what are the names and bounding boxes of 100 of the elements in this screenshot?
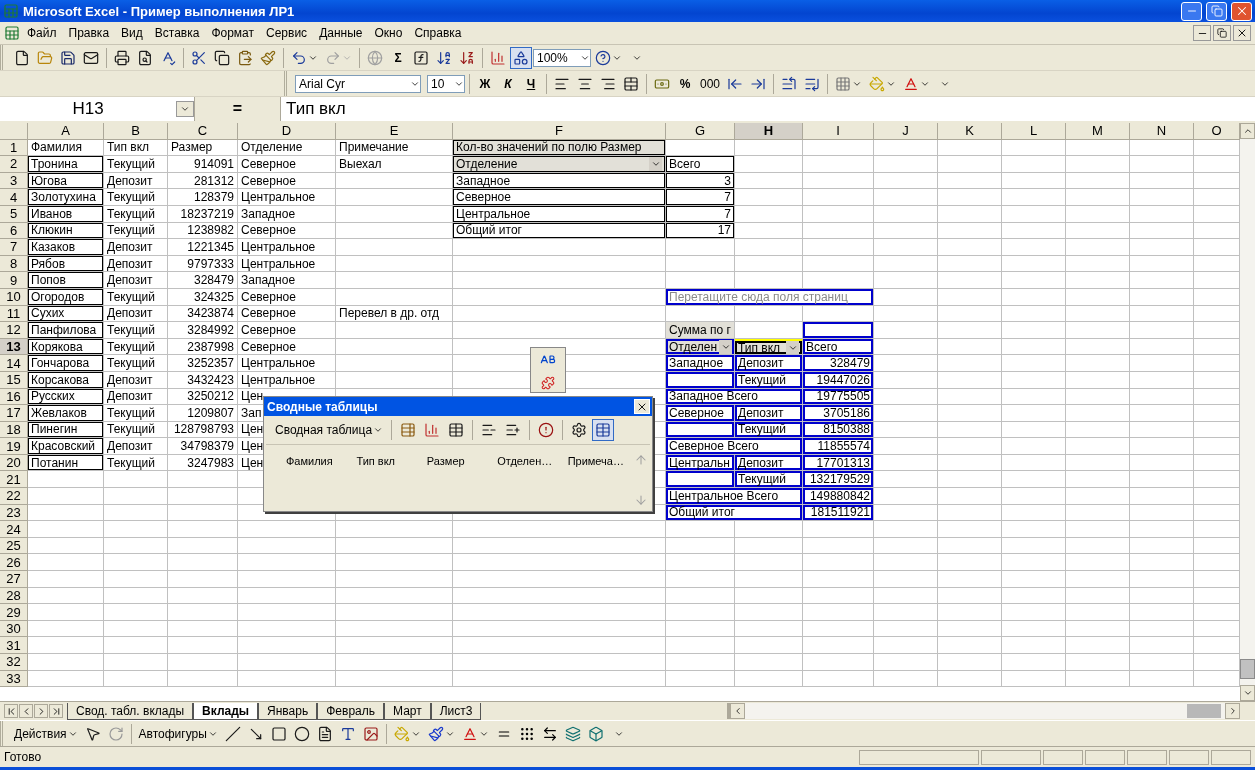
underline-button[interactable]: Ч [520,72,542,95]
sheet-tab[interactable]: Январь [258,702,318,720]
table-cell: Депозит [735,405,803,422]
row-header[interactable]: 7 [0,239,28,256]
table-cell: 328479 [803,355,874,372]
row-header[interactable]: 29 [0,604,28,621]
column-header[interactable]: H [735,123,803,140]
name-box[interactable]: H13 [0,97,195,121]
table-cell: 149880842 [803,488,874,505]
menu-item[interactable]: Вставка [149,24,205,42]
table-cell: Центральное [238,239,336,256]
row-header[interactable]: 9 [0,272,28,289]
table-cell: 3284992 [168,322,238,339]
column-header[interactable]: D [238,123,336,140]
table-cell: Сумма по г [666,322,735,339]
row-header[interactable]: 21 [0,471,28,489]
formula-field[interactable]: Тип вкл [280,97,1255,121]
row-header[interactable]: 32 [0,654,28,671]
table-cell: 128379 [168,189,238,206]
table-cell: Депозит [735,355,803,372]
column-header[interactable]: C [168,123,238,140]
row-header[interactable]: 26 [0,554,28,572]
menu-item[interactable]: Справка [409,24,467,42]
table-cell: 1209807 [168,405,238,422]
row-header[interactable]: 22 [0,488,28,505]
table-cell: Красовский [28,438,104,455]
menu-item[interactable]: Формат [206,24,260,42]
table-cell: Панфилова [28,322,104,339]
menu-item[interactable]: Сервис [261,24,313,42]
pivot-field-button[interactable]: Примеча… [563,453,631,469]
table-cell: Выехал [336,156,453,173]
status-text: Готово [4,750,43,764]
column-header[interactable]: J [874,123,938,140]
window-title: Microsoft Excel - Пример выполнения ЛР1 [23,3,296,19]
menu-item[interactable]: Вид [116,24,148,42]
table-cell: Северное [666,405,735,422]
menu-item[interactable]: Окно [369,24,408,42]
column-header[interactable]: G [666,123,735,140]
column-header[interactable]: L [1002,123,1066,140]
row-header[interactable]: 12 [0,322,28,339]
table-cell: Гончарова [28,355,104,372]
formula-equals: = [231,100,244,118]
column-header[interactable]: E [336,123,453,140]
menu-item[interactable]: Файл [22,24,62,42]
row-header[interactable]: 4 [0,189,28,206]
sheet-tab[interactable]: Март [384,702,431,720]
pivot-field-button[interactable]: Отделен… [493,453,560,469]
column-header[interactable]: O [1194,123,1240,140]
column-header[interactable]: M [1066,123,1130,140]
table-cell: Северное [238,156,336,173]
table-cell: Попов [28,272,104,289]
sheet-tab[interactable]: Февраль [317,702,384,720]
table-cell: Жевлаков [28,405,104,422]
zoom-field[interactable]: 100% [533,48,591,67]
row-header[interactable]: 19 [0,438,28,455]
table-cell: Северное [238,322,336,339]
row-header[interactable]: 2 [0,156,28,173]
pivot-field-button[interactable]: Тип вкл [352,453,419,469]
table-cell: 7 [666,189,735,206]
table-cell: Текущий [104,405,168,422]
menu-item[interactable]: Правка [63,24,115,42]
sheet-tab[interactable]: Лист3 [430,702,482,720]
column-header[interactable]: I [803,123,874,140]
table-cell: Текущий [735,471,803,489]
autoshapes-menu-button[interactable]: Автофигуры [135,722,221,745]
italic-button[interactable]: К [497,72,519,95]
table-cell: Всего [666,156,735,173]
percent-button[interactable]: % [674,72,696,95]
row-header[interactable]: 17 [0,405,28,422]
row-header[interactable]: 31 [0,637,28,654]
table-cell: Центральное Всего [666,488,803,505]
table-cell: Текущий [104,355,168,372]
table-cell: Текущий [104,189,168,206]
actions-menu-button[interactable]: Действия [11,722,81,745]
table-cell: Центральное [238,189,336,206]
row-header[interactable]: 24 [0,521,28,538]
table-cell: 34798379 [168,438,238,455]
table-cell: 3705186 [803,405,874,422]
column-header[interactable]: A [28,123,104,140]
pivot-field-button[interactable]: Отделение [453,156,666,173]
table-cell: Депозит [104,239,168,256]
menu-item[interactable]: Данные [314,24,368,42]
row-header[interactable]: 14 [0,355,28,372]
table-cell: 1221345 [168,239,238,256]
column-header[interactable]: N [1130,123,1194,140]
font-size-field[interactable]: 10 [427,74,465,93]
column-header[interactable]: F [453,123,666,140]
sheet-tab[interactable]: Свод. табл. вклады [67,702,194,720]
table-cell: Тронина [28,156,104,173]
column-header[interactable]: K [938,123,1002,140]
autosum-button[interactable]: Σ [387,46,409,69]
column-header[interactable]: B [104,123,168,140]
table-cell: Депозит [104,438,168,455]
sheet-tab[interactable]: Вклады [193,702,259,720]
table-cell: 11855574 [803,438,874,455]
row-header[interactable]: 27 [0,571,28,588]
bold-button[interactable]: Ж [474,72,496,95]
pivot-field-button[interactable]: Размер [422,453,490,469]
font-field[interactable]: Arial Cyr [295,74,421,93]
thousands-button[interactable]: 000 [697,72,724,95]
